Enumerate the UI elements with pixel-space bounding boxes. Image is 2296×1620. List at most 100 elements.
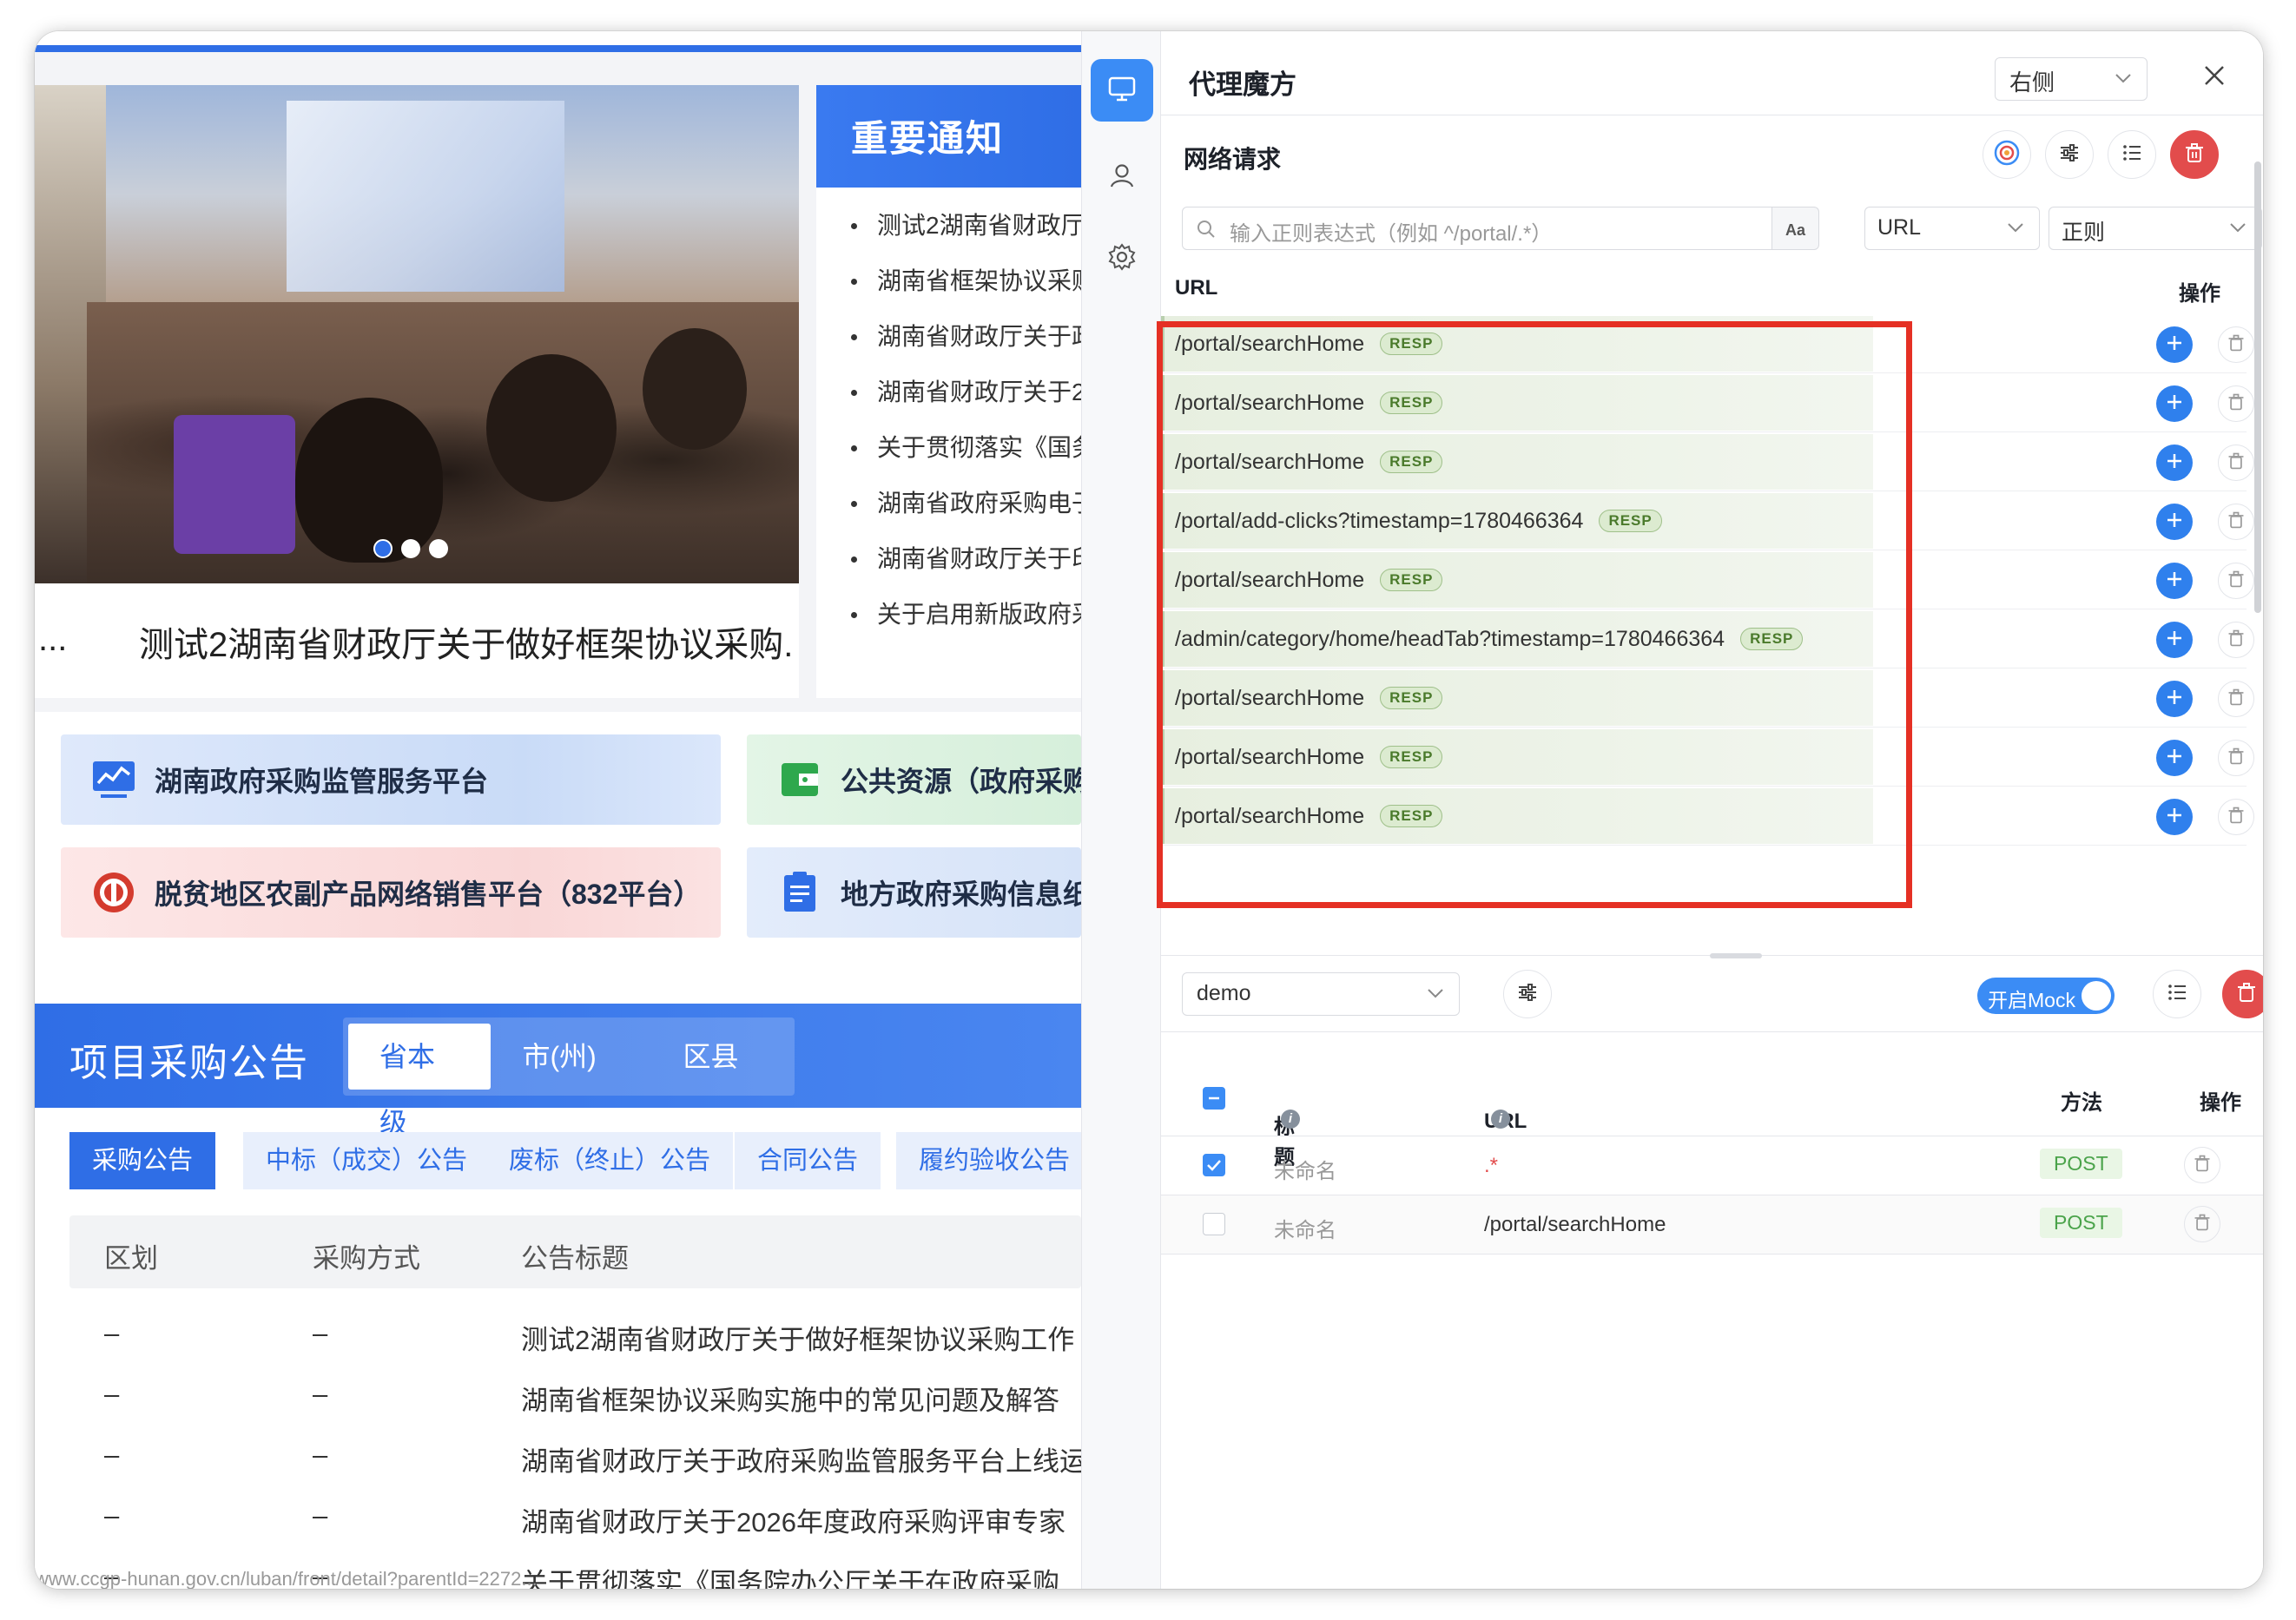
plus-icon	[2164, 805, 2185, 830]
platform-link-public-resources[interactable]: 公共资源（政府采购	[747, 734, 1081, 825]
trash-icon	[2235, 981, 2258, 1008]
mock-list-button[interactable]	[2153, 970, 2201, 1018]
mock-toggle-label: 开启Mock	[1988, 989, 2075, 1011]
search-placeholder: 输入正则表达式（例如 ^/portal/.*）	[1230, 222, 1553, 246]
mock-rule-row[interactable]: 未命名 .* POST	[1161, 1136, 2263, 1195]
delete-mock-group-button[interactable]	[2222, 970, 2263, 1018]
delete-request-button[interactable]	[2218, 622, 2254, 658]
sidebar-settings-button[interactable]	[1091, 227, 1153, 290]
list-view-button[interactable]	[2108, 130, 2156, 179]
plus-icon	[2164, 746, 2185, 771]
tab-county[interactable]: 区县级	[652, 1024, 795, 1138]
add-mock-button[interactable]	[2156, 326, 2193, 363]
table-row[interactable]: – – 湖南省财政厅关于2026年度政府采购评审专家	[69, 1486, 1081, 1547]
tab-provincial[interactable]: 省本级	[348, 1024, 492, 1138]
trash-icon	[2193, 1154, 2212, 1177]
trash-icon	[2227, 451, 2246, 475]
request-list-scrollbar[interactable]	[2254, 161, 2261, 613]
carousel-caption[interactable]: ... 测试2湖南省财政厅关于做好框架协议采购.	[35, 583, 799, 698]
notice-item[interactable]: 关于贯彻落实《国务	[816, 420, 1081, 476]
add-mock-button[interactable]	[2156, 504, 2193, 540]
close-panel-button[interactable]	[2194, 57, 2234, 97]
cell-title[interactable]: 关于贯彻落实《国务院办公厅关于在政府采购	[521, 1561, 1059, 1589]
add-mock-button[interactable]	[2156, 622, 2193, 658]
platform-link-832[interactable]: 脱贫地区农副产品网络销售平台（832平台）	[61, 847, 721, 938]
caption-title[interactable]: 测试2湖南省财政厅关于做好框架协议采购.	[139, 616, 793, 667]
news-carousel[interactable]	[35, 85, 799, 583]
tab-acceptance-notice[interactable]: 履约验收公告	[896, 1132, 1081, 1189]
notice-item[interactable]: 湖南省财政厅关于印	[816, 531, 1081, 587]
select-all-checkbox[interactable]	[1203, 1087, 1225, 1110]
info-icon: i	[1491, 1110, 1510, 1129]
add-mock-button[interactable]	[2156, 385, 2193, 422]
record-button[interactable]	[1983, 130, 2031, 179]
rule-title[interactable]: 未命名	[1274, 1213, 1336, 1243]
carousel-dot[interactable]	[429, 539, 448, 558]
tab-award-notice[interactable]: 中标（成交）公告	[243, 1132, 491, 1189]
table-row[interactable]: – – 湖南省框架协议采购实施中的常见问题及解答	[69, 1365, 1081, 1426]
filter-settings-button[interactable]	[2045, 130, 2094, 179]
tab-city[interactable]: 市(州)级	[491, 1024, 651, 1138]
notice-item[interactable]: 湖南省财政厅关于2	[816, 365, 1081, 420]
case-sensitive-toggle[interactable]: Aa	[1772, 207, 1819, 250]
mock-toggle-switch[interactable]: 开启Mock	[1977, 978, 2115, 1014]
tab-termination-notice[interactable]: 废标（终止）公告	[486, 1132, 734, 1189]
notice-item[interactable]: 测试2湖南省财政厅	[816, 198, 1081, 254]
sidebar-network-button[interactable]	[1091, 59, 1153, 122]
carousel-photo-head	[486, 354, 617, 502]
delete-request-button[interactable]	[2218, 799, 2254, 835]
notice-item[interactable]: 湖南省框架协议采购	[816, 254, 1081, 309]
sidebar-user-button[interactable]	[1091, 146, 1153, 208]
info-icon: i	[1281, 1110, 1300, 1129]
rule-checkbox[interactable]	[1203, 1213, 1225, 1235]
user-icon	[1108, 161, 1136, 194]
platform-link-local-info[interactable]: 地方政府采购信息纸	[747, 847, 1081, 938]
carousel-dot[interactable]	[373, 539, 393, 558]
rule-title[interactable]: 未命名	[1274, 1154, 1336, 1184]
level-tabs: 省本级 市(州)级 区县级	[343, 1017, 795, 1138]
add-mock-button[interactable]	[2156, 740, 2193, 776]
delete-request-button[interactable]	[2218, 740, 2254, 776]
table-bottom-border	[1161, 1254, 2263, 1255]
mock-rule-row[interactable]: 未命名 /portal/searchHome POST	[1161, 1195, 2263, 1254]
cell-title[interactable]: 湖南省框架协议采购实施中的常见问题及解答	[521, 1379, 1059, 1418]
platform-link-supervision[interactable]: 湖南政府采购监管服务平台	[61, 734, 721, 825]
table-row[interactable]: – – 湖南省财政厅关于政府采购监管服务平台上线运	[69, 1426, 1081, 1486]
add-mock-button[interactable]	[2156, 799, 2193, 835]
dock-position-select[interactable]: 右侧	[1995, 57, 2148, 101]
delete-rule-button[interactable]	[2184, 1206, 2220, 1242]
delete-rule-button[interactable]	[2184, 1147, 2220, 1183]
tab-contract-notice[interactable]: 合同公告	[735, 1132, 881, 1189]
table-row[interactable]: – – 测试2湖南省财政厅关于做好框架协议采购工作	[69, 1304, 1081, 1365]
carousel-dot[interactable]	[401, 539, 420, 558]
caption-ellipsis: ...	[38, 620, 68, 658]
cell-title[interactable]: 湖南省财政厅关于2026年度政府采购评审专家	[521, 1500, 1066, 1539]
notice-item[interactable]: 关于启用新版政府采	[816, 587, 1081, 642]
notice-header: 重要通知	[816, 85, 1081, 188]
regex-search-input[interactable]: 输入正则表达式（例如 ^/portal/.*）	[1182, 207, 1772, 250]
tab-procurement-notice[interactable]: 采购公告	[69, 1132, 216, 1189]
mock-group-settings-button[interactable]	[1503, 970, 1552, 1018]
add-mock-button[interactable]	[2156, 563, 2193, 599]
filter-field-select[interactable]: URL	[1864, 207, 2040, 250]
resize-handle[interactable]	[1710, 953, 1762, 958]
cell-title[interactable]: 湖南省财政厅关于政府采购监管服务平台上线运	[521, 1439, 1081, 1478]
cell-title[interactable]: 测试2湖南省财政厅关于做好框架协议采购工作	[521, 1318, 1074, 1357]
delete-request-button[interactable]	[2218, 504, 2254, 540]
delete-request-button[interactable]	[2218, 681, 2254, 717]
rule-checkbox[interactable]	[1203, 1154, 1225, 1176]
add-mock-button[interactable]	[2156, 445, 2193, 481]
delete-request-button[interactable]	[2218, 445, 2254, 481]
delete-request-button[interactable]	[2218, 385, 2254, 422]
match-mode-select[interactable]: 正则	[2049, 207, 2262, 250]
rule-url[interactable]: .*	[1484, 1154, 1498, 1178]
rule-url[interactable]: /portal/searchHome	[1484, 1213, 1666, 1237]
mock-group-select[interactable]: demo	[1182, 972, 1460, 1016]
add-mock-button[interactable]	[2156, 681, 2193, 717]
delete-request-button[interactable]	[2218, 563, 2254, 599]
notice-item[interactable]: 湖南省政府采购电子	[816, 476, 1081, 531]
delete-request-button[interactable]	[2218, 326, 2254, 363]
platform-links: 湖南政府采购监管服务平台 公共资源（政府采购 脱贫地区农副产品网络销售平台（83…	[35, 726, 1081, 1012]
notice-item[interactable]: 湖南省财政厅关于政	[816, 309, 1081, 365]
clear-requests-button[interactable]	[2170, 130, 2219, 179]
